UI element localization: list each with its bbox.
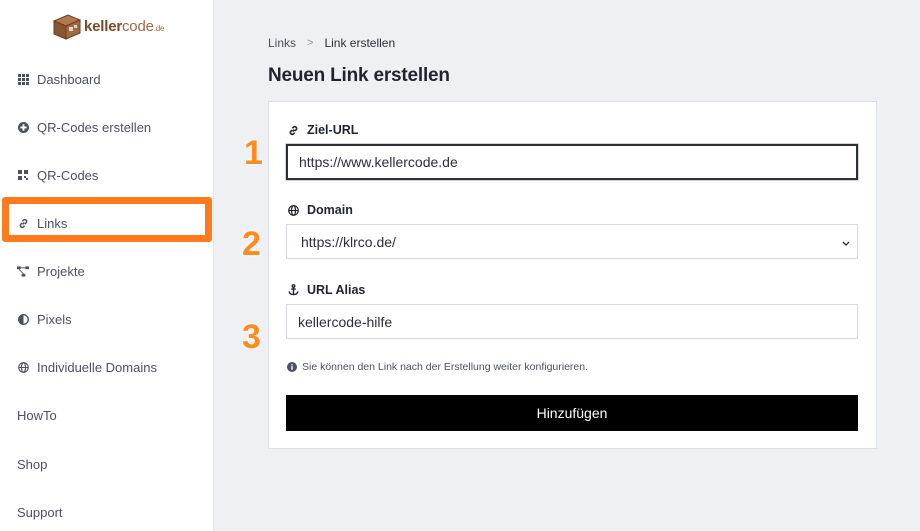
url-alias-label: URL Alias xyxy=(287,283,365,297)
hint-text: Sie können den Link nach der Erstellung … xyxy=(287,361,588,373)
domain-select[interactable]: https://klrco.de/ xyxy=(286,224,858,259)
globe-icon xyxy=(17,361,29,373)
sidebar-item-label: Shop xyxy=(17,456,48,472)
info-circle-icon xyxy=(287,362,297,372)
sidebar-item-label: Pixels xyxy=(37,311,72,327)
sidebar-item-label: Dashboard xyxy=(37,71,101,87)
sidebar-item-label: Individuelle Domains xyxy=(37,359,157,375)
adjust-icon xyxy=(17,313,29,325)
sidebar-item-label: Support xyxy=(17,504,63,520)
page-title: Neuen Link erstellen xyxy=(268,65,450,86)
logo[interactable]: kellercode.de xyxy=(50,10,164,42)
sidebar-item-pixels[interactable]: Pixels xyxy=(17,308,72,330)
hinzufuegen-button[interactable]: Hinzufügen xyxy=(286,395,858,431)
step-1-annotation: 1 xyxy=(244,134,263,172)
url-alias-input[interactable]: kellercode-hilfe xyxy=(286,304,858,339)
logo-text: kellercode.de xyxy=(84,17,165,35)
sidebar-item-dashboard[interactable]: Dashboard xyxy=(17,68,101,90)
ziel-url-input[interactable]: https://www.kellercode.de xyxy=(286,144,858,180)
domain-label: Domain xyxy=(287,203,353,217)
step-3-annotation: 3 xyxy=(242,318,261,356)
breadcrumb-current: Link erstellen xyxy=(324,36,396,50)
chevron-down-icon xyxy=(841,234,851,250)
anchor-icon xyxy=(287,284,299,296)
box-logo-icon xyxy=(50,12,82,40)
sidebar-item-label: Projekte xyxy=(37,263,85,279)
breadcrumb: Links > Link erstellen xyxy=(268,36,395,50)
sidebar: kellercode.de Dashboard QR-Codes erstell… xyxy=(0,0,214,531)
sidebar-item-projekte[interactable]: Projekte xyxy=(17,260,85,282)
sidebar-item-support[interactable]: Support xyxy=(17,501,63,523)
sidebar-item-qr-codes-erstellen[interactable]: QR-Codes erstellen xyxy=(17,116,151,138)
sidebar-item-shop[interactable]: Shop xyxy=(17,453,47,475)
plus-circle-icon xyxy=(17,121,29,133)
grid-icon xyxy=(17,73,29,85)
sidebar-item-label: QR-Codes erstellen xyxy=(37,119,152,135)
project-diagram-icon xyxy=(17,265,29,277)
globe-icon xyxy=(287,204,299,216)
sidebar-item-label: HowTo xyxy=(17,407,57,423)
sidebar-item-individuelle-domains[interactable]: Individuelle Domains xyxy=(17,356,157,378)
link-icon xyxy=(287,124,299,136)
sidebar-item-label: QR-Codes xyxy=(37,167,99,183)
step-2-annotation: 2 xyxy=(242,225,261,263)
ziel-url-label: Ziel-URL xyxy=(287,123,358,137)
qrcode-icon xyxy=(17,169,29,181)
sidebar-item-howto[interactable]: HowTo xyxy=(17,404,57,426)
chevron-right-icon: > xyxy=(307,37,314,49)
sidebar-item-qr-codes[interactable]: QR-Codes xyxy=(17,164,98,186)
breadcrumb-parent-link[interactable]: Links xyxy=(268,36,296,50)
links-highlight-box xyxy=(2,197,212,242)
